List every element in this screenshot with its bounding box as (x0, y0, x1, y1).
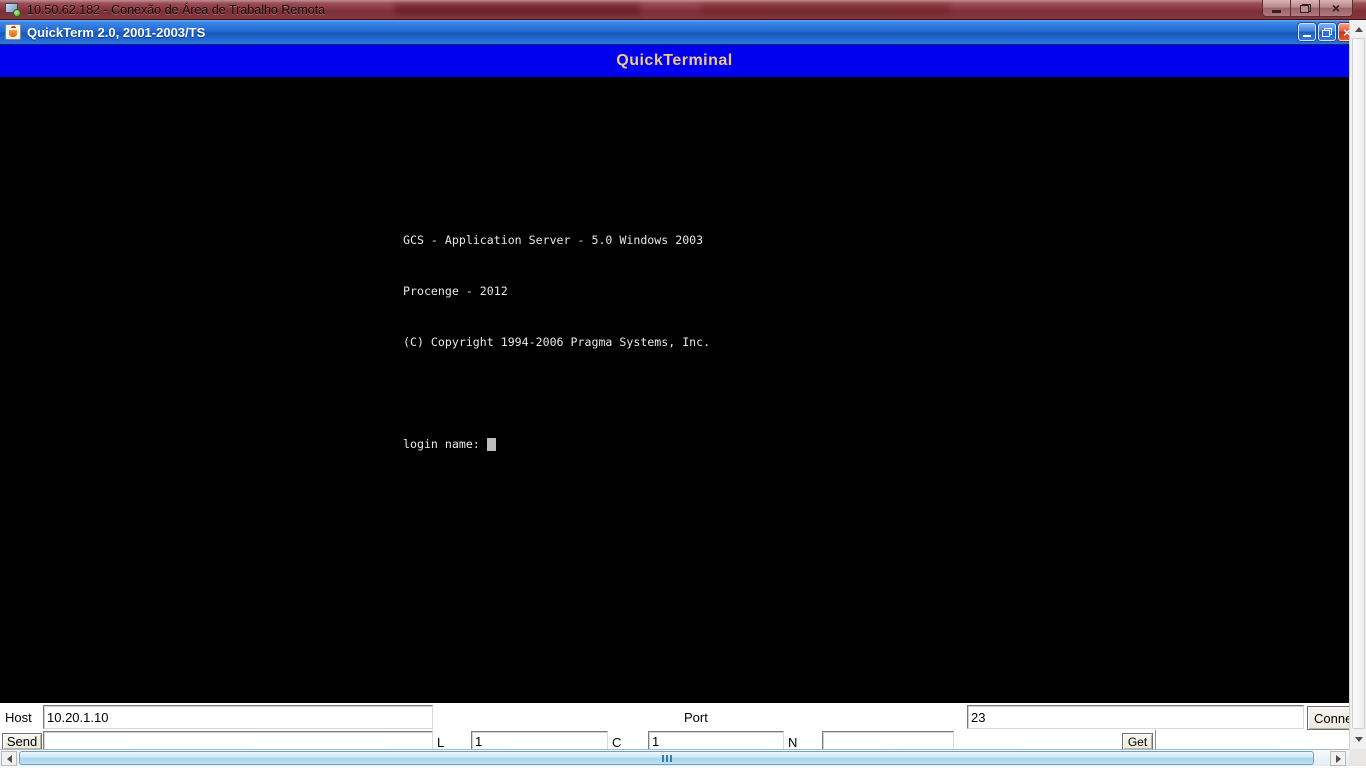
restore-button[interactable] (1291, 0, 1320, 17)
block-cursor (487, 438, 496, 451)
scroll-right-button[interactable] (1330, 751, 1346, 766)
app-icon (5, 24, 21, 40)
n-input[interactable] (822, 731, 954, 751)
minimize-icon (1303, 35, 1311, 37)
rdp-window-controls: × (1262, 0, 1353, 17)
connect-button[interactable]: Conne (1307, 706, 1355, 730)
app-window-title: QuickTerm 2.0, 2001-2003/TS (27, 25, 205, 40)
column-input[interactable] (648, 731, 784, 751)
terminal-prompt-line: login name: (403, 436, 710, 453)
terminal-line: Procenge - 2012 (403, 283, 710, 300)
restore-icon (1322, 28, 1332, 37)
rdp-window-title: 10.50.62.182 - Conexão de Área de Trabal… (27, 3, 325, 17)
minimize-button[interactable] (1262, 0, 1291, 17)
column-label: C (612, 735, 621, 750)
scroll-down-button[interactable] (1350, 732, 1366, 746)
minimize-icon (1272, 10, 1281, 13)
rdp-session-screen: 10.50.62.182 - Conexão de Área de Trabal… (0, 0, 1366, 768)
n-label: N (788, 735, 797, 750)
scroll-left-button[interactable] (1, 751, 17, 766)
terminal-line: (C) Copyright 1994-2006 Pragma Systems, … (403, 334, 710, 351)
titlebar-glass-artifact (700, 4, 950, 15)
horizontal-scrollbar-thumb[interactable] (19, 751, 1314, 765)
rdp-titlebar[interactable]: 10.50.62.182 - Conexão de Área de Trabal… (0, 0, 1366, 20)
close-icon: × (1332, 1, 1340, 15)
arrow-left-icon (7, 755, 12, 763)
restore-icon (1300, 4, 1311, 13)
app-titlebar[interactable]: QuickTerm 2.0, 2001-2003/TS × (0, 20, 1349, 45)
vertical-scrollbar-thumb[interactable] (1352, 38, 1365, 729)
terminal-line: GCS - Application Server - 5.0 Windows 2… (403, 232, 710, 249)
line-label: L (437, 735, 444, 750)
host-input[interactable] (43, 705, 433, 729)
arrow-right-icon (1336, 755, 1341, 763)
arrow-down-icon (1355, 737, 1363, 742)
close-button[interactable]: × (1320, 0, 1353, 17)
send-button[interactable]: Send (2, 733, 42, 750)
app-header-banner: QuickTerminal (0, 45, 1349, 77)
scroll-up-button[interactable] (1350, 22, 1366, 36)
send-input[interactable] (43, 731, 433, 751)
quickterm-window: QuickTerm 2.0, 2001-2003/TS × QuickTermi… (0, 20, 1349, 750)
titlebar-glass-artifact (395, 4, 640, 15)
connection-form: Host Port Conne Send L C N Get (0, 703, 1349, 750)
terminal-line (403, 385, 710, 402)
remote-desktop-icon (5, 3, 21, 17)
terminal-output: GCS - Application Server - 5.0 Windows 2… (403, 198, 710, 487)
line-input[interactable] (471, 731, 608, 751)
minimize-button[interactable] (1298, 23, 1316, 41)
port-input[interactable] (967, 705, 1304, 729)
host-label: Host (5, 710, 32, 725)
app-window-controls: × (1298, 23, 1356, 41)
restore-button[interactable] (1318, 23, 1336, 41)
vertical-scrollbar[interactable] (1349, 20, 1366, 749)
horizontal-scrollbar[interactable] (0, 749, 1349, 766)
scrollbar-corner (1349, 749, 1366, 766)
login-prompt: login name: (403, 437, 480, 451)
port-label: Port (684, 710, 708, 725)
arrow-up-icon (1355, 27, 1363, 32)
app-header-title: QuickTerminal (616, 52, 732, 70)
terminal-screen[interactable]: GCS - Application Server - 5.0 Windows 2… (0, 77, 1349, 703)
get-button[interactable]: Get (1122, 733, 1153, 750)
